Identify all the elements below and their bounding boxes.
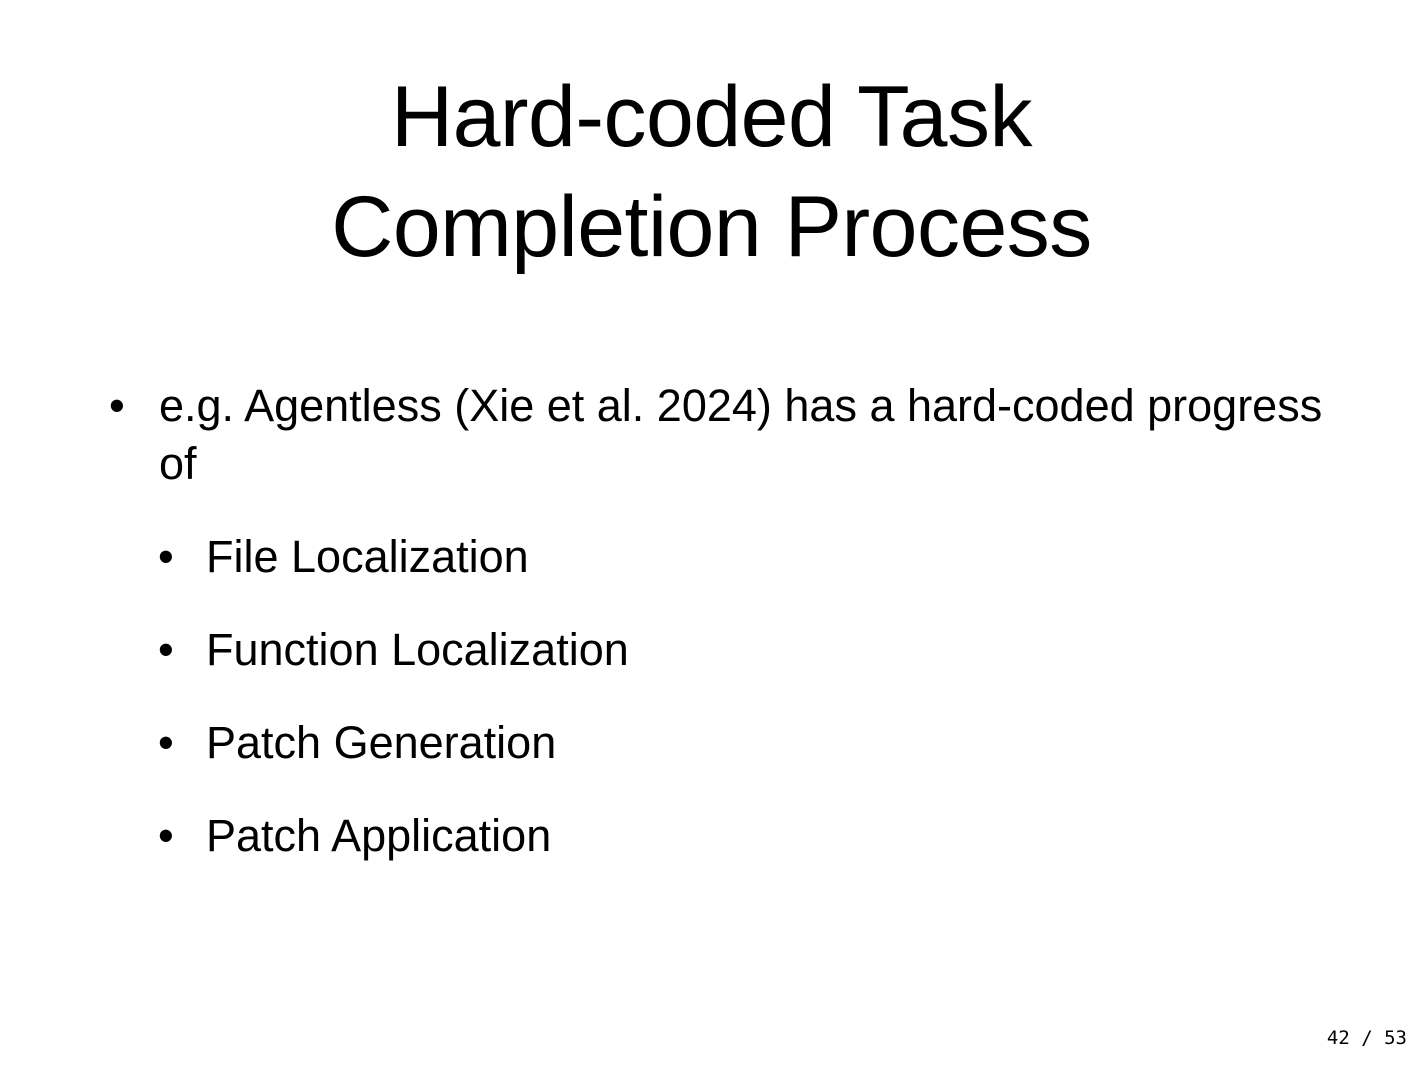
bullet-item-main: • e.g. Agentless (Xie et al. 2024) has a… <box>109 377 1339 493</box>
bullet-dot-icon: • <box>158 624 174 675</box>
sub-bullet-item: • Function Localization <box>158 621 1306 679</box>
sub-bullet-item: • Patch Application <box>158 807 1306 865</box>
sub-bullet-text: Function Localization <box>206 624 629 675</box>
bullet-dot-icon: • <box>158 531 174 582</box>
page-indicator: 42 / 53 <box>1326 1027 1407 1049</box>
bullet-text: e.g. Agentless (Xie et al. 2024) has a h… <box>159 380 1323 489</box>
sub-bullet-item: • File Localization <box>158 528 1306 586</box>
bullet-dot-icon: • <box>158 810 174 861</box>
sub-bullet-text: File Localization <box>206 531 529 582</box>
sub-bullet-item: • Patch Generation <box>158 714 1306 772</box>
sub-bullet-text: Patch Application <box>206 810 552 861</box>
bullet-dot-icon: • <box>158 717 174 768</box>
sub-bullet-text: Patch Generation <box>206 717 557 768</box>
slide: Hard-coded Task Completion Process • e.g… <box>0 0 1423 1067</box>
bullet-dot-icon: • <box>109 380 125 431</box>
bullet-list: • e.g. Agentless (Xie et al. 2024) has a… <box>0 0 1423 1067</box>
